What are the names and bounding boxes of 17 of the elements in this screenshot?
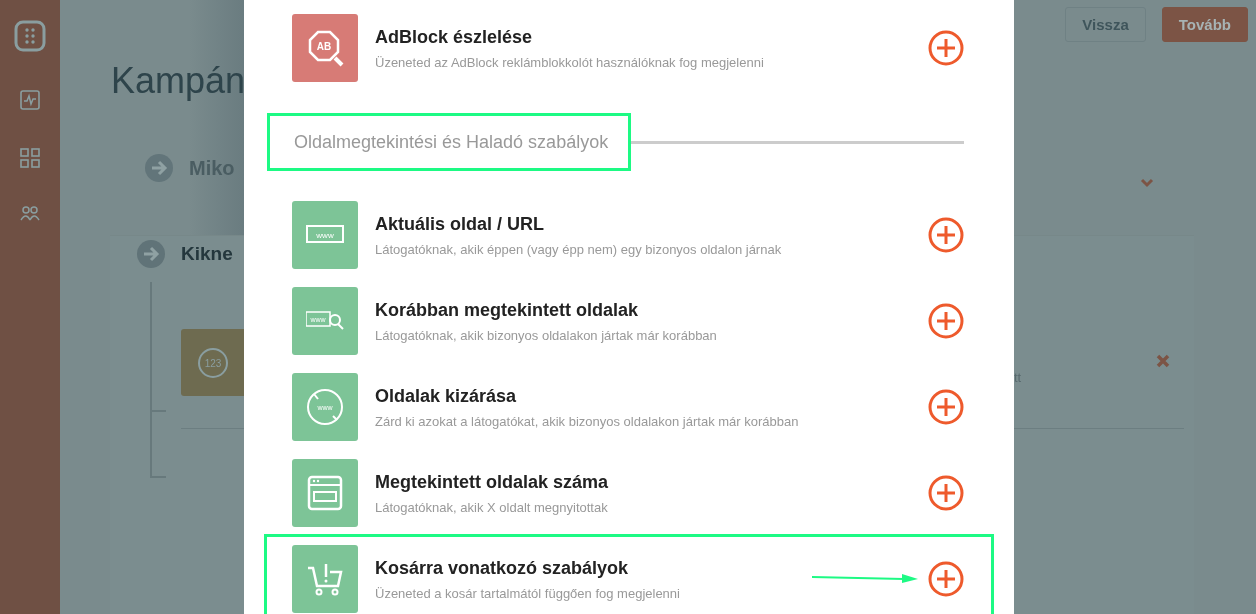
rule-title: Oldalak kizárása — [375, 385, 517, 407]
section-heading: Oldalmegtekintési és Haladó szabályok — [267, 113, 632, 171]
back-button[interactable]: Vissza — [1065, 7, 1146, 42]
rule-title: Megtekintett oldalak száma — [375, 471, 609, 493]
rule-description: Üzeneted az AdBlock reklámblokkolót használóknak fog megjelenni — [375, 54, 764, 70]
rule-title: Kosárra vonatkozó szabályok — [375, 557, 629, 579]
page-title: Kampán — [111, 60, 244, 102]
rule-description: Zárd ki azokat a látogatókat, akik bizonyos oldalakon jártak már korábban — [375, 413, 799, 429]
rule-description: Üzeneted a kosár tartalmától függően fog megjelenni — [375, 585, 680, 601]
next-button[interactable]: Tovább — [1161, 7, 1248, 42]
rule-title: Korábban megtekintett oldalak — [375, 299, 639, 321]
rule-title: Aktuális oldal / URL — [375, 213, 545, 235]
step-title: Kikne — [181, 243, 233, 265]
rule-description: Látogatóknak, akik X oldalt megnyitottak — [375, 499, 608, 515]
rule-description: Látogatóknak, akik éppen (vagy épp nem) egy bizonyos oldalon járnak — [375, 241, 782, 257]
rule-title: AdBlock észlelése — [375, 26, 533, 48]
rule-description: Látogatóknak, akik bizonyos oldalakon jártak már korábban — [375, 327, 717, 343]
